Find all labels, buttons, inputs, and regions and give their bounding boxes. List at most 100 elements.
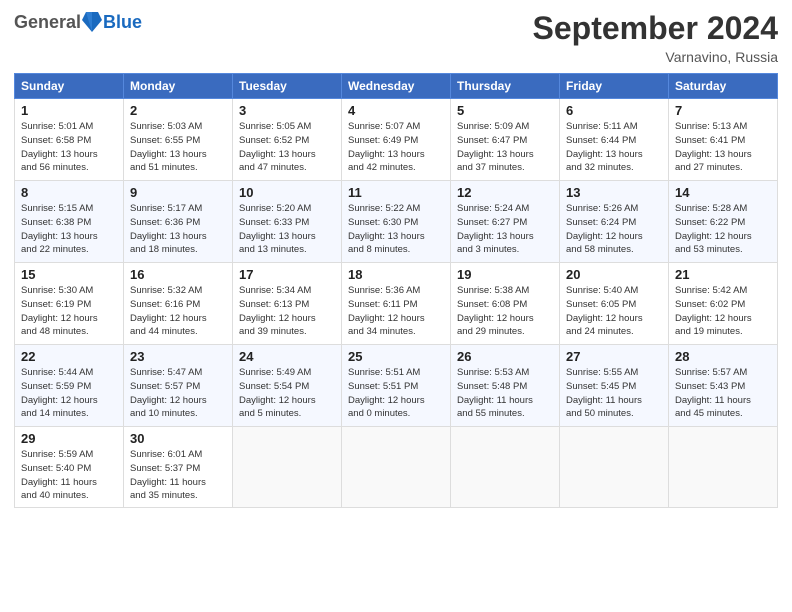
calendar-cell: 24Sunrise: 5:49 AM Sunset: 5:54 PM Dayli… — [233, 345, 342, 427]
month-title: September 2024 — [533, 10, 778, 47]
calendar-cell: 14Sunrise: 5:28 AM Sunset: 6:22 PM Dayli… — [669, 181, 778, 263]
day-number: 4 — [348, 103, 444, 118]
location: Varnavino, Russia — [533, 49, 778, 65]
day-number: 12 — [457, 185, 553, 200]
day-number: 1 — [21, 103, 117, 118]
day-number: 17 — [239, 267, 335, 282]
calendar-cell: 17Sunrise: 5:34 AM Sunset: 6:13 PM Dayli… — [233, 263, 342, 345]
calendar-cell: 6 Sunrise: 5:11 AM Sunset: 6:44 PM Daylig… — [560, 99, 669, 181]
calendar-cell: 23 Sunrise: 5:47 AM Sunset: 5:57 PM Dayli… — [124, 345, 233, 427]
day-info: Sunrise: 5:32 AM Sunset: 6:16 PM Dayligh… — [130, 284, 226, 339]
logo-text: General Blue — [14, 10, 142, 34]
calendar-cell: 21 Sunrise: 5:42 AM Sunset: 6:02 PM Dayli… — [669, 263, 778, 345]
calendar-cell: 30Sunrise: 6:01 AM Sunset: 5:37 PM Dayli… — [124, 427, 233, 508]
calendar-cell: 12 Sunrise: 5:24 AM Sunset: 6:27 PM Dayli… — [451, 181, 560, 263]
calendar-cell: 16 Sunrise: 5:32 AM Sunset: 6:16 PM Dayli… — [124, 263, 233, 345]
header-sunday: Sunday — [15, 74, 124, 99]
day-info: Sunrise: 5:15 AM Sunset: 6:38 PM Dayligh… — [21, 202, 117, 257]
header-friday: Friday — [560, 74, 669, 99]
header: General Blue September 2024 Varnavino, R… — [14, 10, 778, 65]
day-number: 22 — [21, 349, 117, 364]
calendar-cell: 7Sunrise: 5:13 AM Sunset: 6:41 PM Daylig… — [669, 99, 778, 181]
day-info: Sunrise: 5:11 AM Sunset: 6:44 PM Dayligh… — [566, 120, 662, 175]
day-info: Sunrise: 5:09 AM Sunset: 6:47 PM Dayligh… — [457, 120, 553, 175]
calendar-cell: 2Sunrise: 5:03 AM Sunset: 6:55 PM Daylig… — [124, 99, 233, 181]
day-info: Sunrise: 5:36 AM Sunset: 6:11 PM Dayligh… — [348, 284, 444, 339]
header-tuesday: Tuesday — [233, 74, 342, 99]
calendar-cell: 29 Sunrise: 5:59 AM Sunset: 5:40 PM Dayli… — [15, 427, 124, 508]
header-monday: Monday — [124, 74, 233, 99]
calendar-cell: 20 Sunrise: 5:40 AM Sunset: 6:05 PM Dayli… — [560, 263, 669, 345]
day-info: Sunrise: 5:26 AM Sunset: 6:24 PM Dayligh… — [566, 202, 662, 257]
day-number: 15 — [21, 267, 117, 282]
calendar-cell: 11 Sunrise: 5:22 AM Sunset: 6:30 PM Dayli… — [342, 181, 451, 263]
calendar-cell: 18Sunrise: 5:36 AM Sunset: 6:11 PM Dayli… — [342, 263, 451, 345]
logo: General Blue — [14, 10, 142, 34]
page-container: General Blue September 2024 Varnavino, R… — [0, 0, 792, 516]
day-number: 13 — [566, 185, 662, 200]
day-info: Sunrise: 5:22 AM Sunset: 6:30 PM Dayligh… — [348, 202, 444, 257]
header-wednesday: Wednesday — [342, 74, 451, 99]
calendar-cell: 27 Sunrise: 5:55 AM Sunset: 5:45 PM Dayli… — [560, 345, 669, 427]
day-info: Sunrise: 5:17 AM Sunset: 6:36 PM Dayligh… — [130, 202, 226, 257]
calendar-cell: 10 Sunrise: 5:20 AM Sunset: 6:33 PM Dayli… — [233, 181, 342, 263]
day-number: 19 — [457, 267, 553, 282]
day-info: Sunrise: 5:42 AM Sunset: 6:02 PM Dayligh… — [675, 284, 771, 339]
logo-blue: Blue — [103, 12, 142, 33]
day-number: 11 — [348, 185, 444, 200]
day-number: 6 — [566, 103, 662, 118]
day-number: 28 — [675, 349, 771, 364]
calendar-cell — [669, 427, 778, 508]
day-info: Sunrise: 5:13 AM Sunset: 6:41 PM Dayligh… — [675, 120, 771, 175]
day-number: 10 — [239, 185, 335, 200]
day-number: 5 — [457, 103, 553, 118]
calendar-cell: 4 Sunrise: 5:07 AM Sunset: 6:49 PM Daylig… — [342, 99, 451, 181]
day-info: Sunrise: 5:55 AM Sunset: 5:45 PM Dayligh… — [566, 366, 662, 421]
day-info: Sunrise: 5:40 AM Sunset: 6:05 PM Dayligh… — [566, 284, 662, 339]
calendar-cell: 22 Sunrise: 5:44 AM Sunset: 5:59 PM Dayli… — [15, 345, 124, 427]
calendar-cell — [233, 427, 342, 508]
calendar-cell: 13 Sunrise: 5:26 AM Sunset: 6:24 PM Dayli… — [560, 181, 669, 263]
day-number: 25 — [348, 349, 444, 364]
weekday-header-row: Sunday Monday Tuesday Wednesday Thursday… — [15, 74, 778, 99]
logo-general: General — [14, 12, 81, 33]
day-number: 24 — [239, 349, 335, 364]
day-number: 23 — [130, 349, 226, 364]
day-info: Sunrise: 5:44 AM Sunset: 5:59 PM Dayligh… — [21, 366, 117, 421]
day-info: Sunrise: 5:20 AM Sunset: 6:33 PM Dayligh… — [239, 202, 335, 257]
day-number: 20 — [566, 267, 662, 282]
day-number: 27 — [566, 349, 662, 364]
header-thursday: Thursday — [451, 74, 560, 99]
day-info: Sunrise: 5:51 AM Sunset: 5:51 PM Dayligh… — [348, 366, 444, 421]
calendar-cell: 25 Sunrise: 5:51 AM Sunset: 5:51 PM Dayli… — [342, 345, 451, 427]
calendar: Sunday Monday Tuesday Wednesday Thursday… — [14, 73, 778, 508]
day-info: Sunrise: 5:57 AM Sunset: 5:43 PM Dayligh… — [675, 366, 771, 421]
day-number: 21 — [675, 267, 771, 282]
day-info: Sunrise: 5:24 AM Sunset: 6:27 PM Dayligh… — [457, 202, 553, 257]
calendar-cell — [451, 427, 560, 508]
day-info: Sunrise: 5:01 AM Sunset: 6:58 PM Dayligh… — [21, 120, 117, 175]
day-number: 26 — [457, 349, 553, 364]
day-info: Sunrise: 5:47 AM Sunset: 5:57 PM Dayligh… — [130, 366, 226, 421]
day-number: 8 — [21, 185, 117, 200]
title-area: September 2024 Varnavino, Russia — [533, 10, 778, 65]
logo-icon — [82, 10, 102, 34]
day-info: Sunrise: 5:59 AM Sunset: 5:40 PM Dayligh… — [21, 448, 117, 503]
day-info: Sunrise: 5:53 AM Sunset: 5:48 PM Dayligh… — [457, 366, 553, 421]
calendar-cell: 28 Sunrise: 5:57 AM Sunset: 5:43 PM Dayli… — [669, 345, 778, 427]
day-info: Sunrise: 5:07 AM Sunset: 6:49 PM Dayligh… — [348, 120, 444, 175]
day-number: 14 — [675, 185, 771, 200]
day-number: 3 — [239, 103, 335, 118]
calendar-cell: 26 Sunrise: 5:53 AM Sunset: 5:48 PM Dayli… — [451, 345, 560, 427]
day-number: 16 — [130, 267, 226, 282]
calendar-cell: 8 Sunrise: 5:15 AM Sunset: 6:38 PM Daylig… — [15, 181, 124, 263]
day-number: 30 — [130, 431, 226, 446]
day-number: 2 — [130, 103, 226, 118]
calendar-cell: 15 Sunrise: 5:30 AM Sunset: 6:19 PM Dayli… — [15, 263, 124, 345]
calendar-cell: 1 Sunrise: 5:01 AM Sunset: 6:58 PM Daylig… — [15, 99, 124, 181]
calendar-cell — [560, 427, 669, 508]
day-number: 29 — [21, 431, 117, 446]
day-info: Sunrise: 5:05 AM Sunset: 6:52 PM Dayligh… — [239, 120, 335, 175]
day-info: Sunrise: 5:30 AM Sunset: 6:19 PM Dayligh… — [21, 284, 117, 339]
day-number: 9 — [130, 185, 226, 200]
